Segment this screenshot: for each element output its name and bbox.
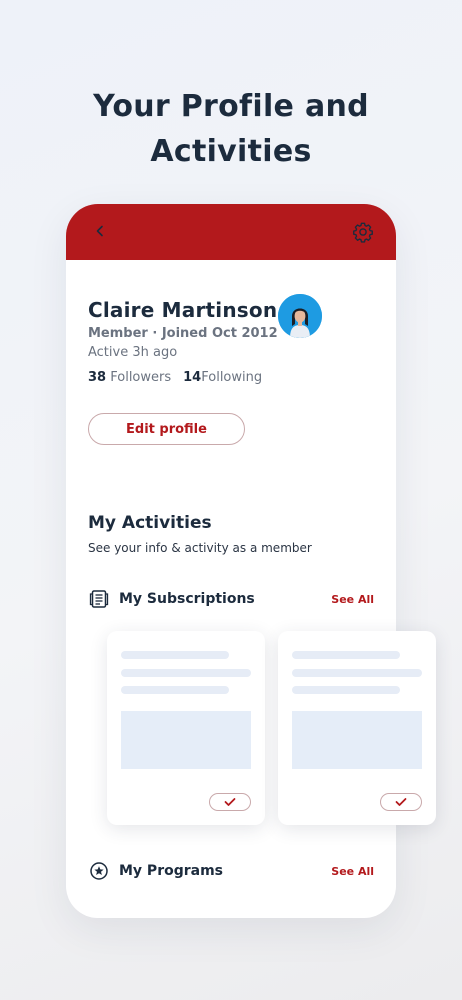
headline-line-2: Activities (150, 134, 312, 169)
page-headline: Your Profile and Activities (0, 84, 462, 174)
following-link[interactable]: 14Following (183, 370, 262, 385)
programs-row: My Programs See All (88, 860, 374, 882)
subscription-card[interactable] (107, 631, 265, 825)
newspaper-icon (88, 588, 110, 610)
placeholder-image (292, 711, 422, 769)
app-header (66, 204, 396, 260)
activities-title: My Activities (88, 513, 212, 533)
profile-name: Claire Martinson (88, 298, 278, 322)
subscriptions-row: My Subscriptions See All (88, 588, 374, 610)
followers-label: Followers (110, 370, 172, 385)
placeholder-line (292, 651, 400, 659)
avatar-photo (278, 294, 322, 338)
followers-link[interactable]: 38 Followers (88, 370, 171, 385)
placeholder-line (121, 669, 251, 677)
headline-line-1: Your Profile and (93, 89, 369, 124)
settings-button[interactable] (352, 221, 374, 243)
followers-count: 38 (88, 370, 107, 385)
programs-see-all-link[interactable]: See All (331, 865, 374, 878)
avatar[interactable] (278, 294, 322, 338)
subscribed-toggle-button[interactable] (209, 793, 251, 811)
programs-label: My Programs (119, 863, 224, 879)
checkmark-icon (395, 798, 407, 806)
activities-subtitle: See your info & activity as a member (88, 541, 312, 555)
back-button[interactable] (90, 221, 110, 241)
subscriptions-label: My Subscriptions (119, 591, 255, 607)
placeholder-line (121, 651, 229, 659)
follow-stats: 38 Followers 14Following (88, 370, 262, 385)
active-status: Active 3h ago (88, 345, 178, 360)
placeholder-image (121, 711, 251, 769)
following-label: Following (201, 370, 263, 385)
checkmark-icon (224, 798, 236, 806)
placeholder-line (292, 686, 400, 694)
membership-info: Member · Joined Oct 2012 (88, 326, 278, 341)
gear-icon (353, 222, 373, 243)
star-circle-icon (88, 860, 110, 882)
chevron-left-icon (96, 225, 103, 237)
edit-profile-button[interactable]: Edit profile (88, 413, 245, 445)
placeholder-line (121, 686, 229, 694)
placeholder-line (292, 669, 422, 677)
following-count: 14 (183, 370, 202, 385)
subscribed-toggle-button[interactable] (380, 793, 422, 811)
subscriptions-see-all-link[interactable]: See All (331, 593, 374, 606)
subscription-card[interactable] (278, 631, 436, 825)
